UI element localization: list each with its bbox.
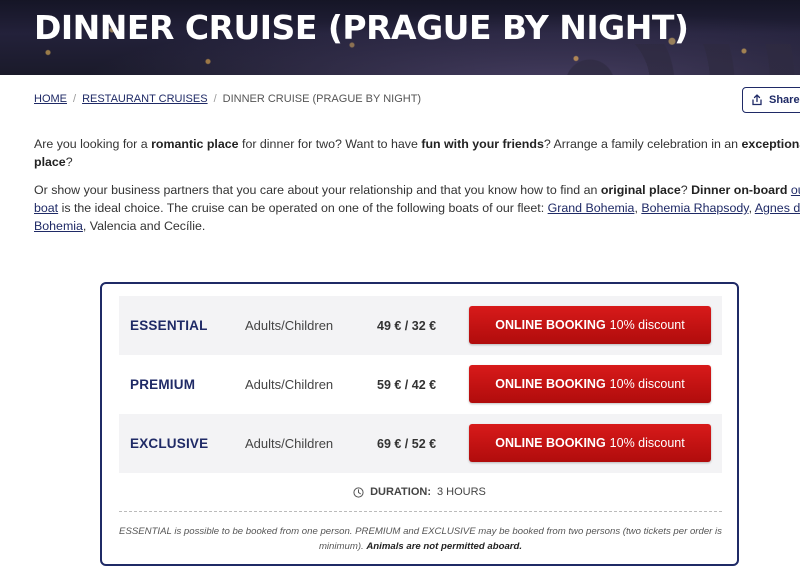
intro-emphasis: Dinner on-board: [691, 183, 788, 197]
intro-emphasis: original place: [600, 183, 681, 197]
booking-discount: 10% discount: [609, 318, 685, 332]
tier-persons: Adults/Children: [245, 377, 334, 392]
duration-info: DURATION: 3 HOURS: [102, 486, 737, 498]
tier-name: EXCLUSIVE: [130, 436, 209, 451]
booking-discount: 10% discount: [609, 436, 685, 450]
pricing-table: ESSENTIAL Adults/Children 49 € / 32 € ON…: [100, 282, 739, 566]
intro-text-run: is the ideal choice. The cruise can be o…: [58, 201, 548, 215]
intro-text: Are you looking for a romantic place for…: [34, 135, 800, 245]
online-booking-button-premium[interactable]: ONLINE BOOKING 10% discount: [469, 365, 711, 403]
share-label: Share: [769, 94, 800, 106]
tier-name: PREMIUM: [130, 377, 196, 392]
hero-background-image: [560, 44, 800, 75]
bohemia-rhapsody-link[interactable]: Bohemia Rhapsody: [641, 201, 748, 215]
tier-name: ESSENTIAL: [130, 318, 208, 333]
hero-banner: DINNER CRUISE (PRAGUE BY NIGHT): [0, 0, 800, 75]
tier-persons: Adults/Children: [245, 436, 334, 451]
breadcrumb-separator: /: [73, 93, 77, 105]
booking-note-emphasis: Animals are not permitted aboard.: [366, 541, 523, 552]
breadcrumb: HOME / RESTAURANT CRUISES / DINNER CRUISE (P…: [34, 93, 421, 105]
breadcrumb-home-link[interactable]: HOME: [34, 93, 67, 105]
price-row-premium: PREMIUM Adults/Children 59 € / 42 € ONLI…: [119, 355, 722, 414]
duration-label: DURATION:: [370, 486, 431, 498]
duration-value: 3 HOURS: [437, 486, 486, 498]
booking-discount: 10% discount: [609, 377, 685, 391]
tier-price: 69 € / 52 €: [377, 436, 437, 451]
share-icon: [752, 94, 762, 106]
intro-text-run: ?: [65, 155, 73, 169]
breadcrumb-current: DINNER CRUISE (PRAGUE BY NIGHT): [222, 93, 422, 105]
page-title: DINNER CRUISE (PRAGUE BY NIGHT): [34, 8, 689, 47]
booking-note: ESSENTIAL is possible to be booked from …: [119, 524, 722, 554]
intro-paragraph-2: Or show your business partners that you …: [34, 181, 800, 235]
intro-paragraph-1: Are you looking for a romantic place for…: [34, 135, 800, 171]
online-booking-button-exclusive[interactable]: ONLINE BOOKING 10% discount: [469, 424, 711, 462]
breadcrumb-restaurant-cruises-link[interactable]: RESTAURANT CRUISES: [82, 93, 208, 105]
online-booking-button-essential[interactable]: ONLINE BOOKING 10% discount: [469, 306, 711, 344]
intro-text-run: for dinner for two? Want to have: [238, 137, 422, 151]
intro-text-run: Or show your business partners that you …: [34, 183, 601, 197]
booking-label: ONLINE BOOKING: [495, 318, 606, 332]
price-row-essential: ESSENTIAL Adults/Children 49 € / 32 € ON…: [119, 296, 722, 355]
intro-text-run: Are you looking for a: [34, 137, 152, 151]
intro-text-run: , Valencia and Cecílie.: [82, 219, 206, 233]
grand-bohemia-link[interactable]: Grand Bohemia: [548, 201, 635, 215]
intro-emphasis: fun with your friends: [421, 137, 544, 151]
tier-persons: Adults/Children: [245, 318, 334, 333]
intro-emphasis: romantic place: [151, 137, 239, 151]
clock-icon: [353, 486, 364, 498]
share-button[interactable]: Share: [742, 87, 800, 113]
intro-text-run: ?: [680, 183, 692, 197]
booking-label: ONLINE BOOKING: [495, 436, 606, 450]
divider: [119, 511, 722, 512]
tier-price: 59 € / 42 €: [377, 377, 437, 392]
price-row-exclusive: EXCLUSIVE Adults/Children 69 € / 52 € ON…: [119, 414, 722, 473]
booking-label: ONLINE BOOKING: [495, 377, 606, 391]
tier-price: 49 € / 32 €: [377, 318, 437, 333]
intro-text-run: ? Arrange a family celebration in an: [543, 137, 742, 151]
breadcrumb-separator: /: [213, 93, 217, 105]
